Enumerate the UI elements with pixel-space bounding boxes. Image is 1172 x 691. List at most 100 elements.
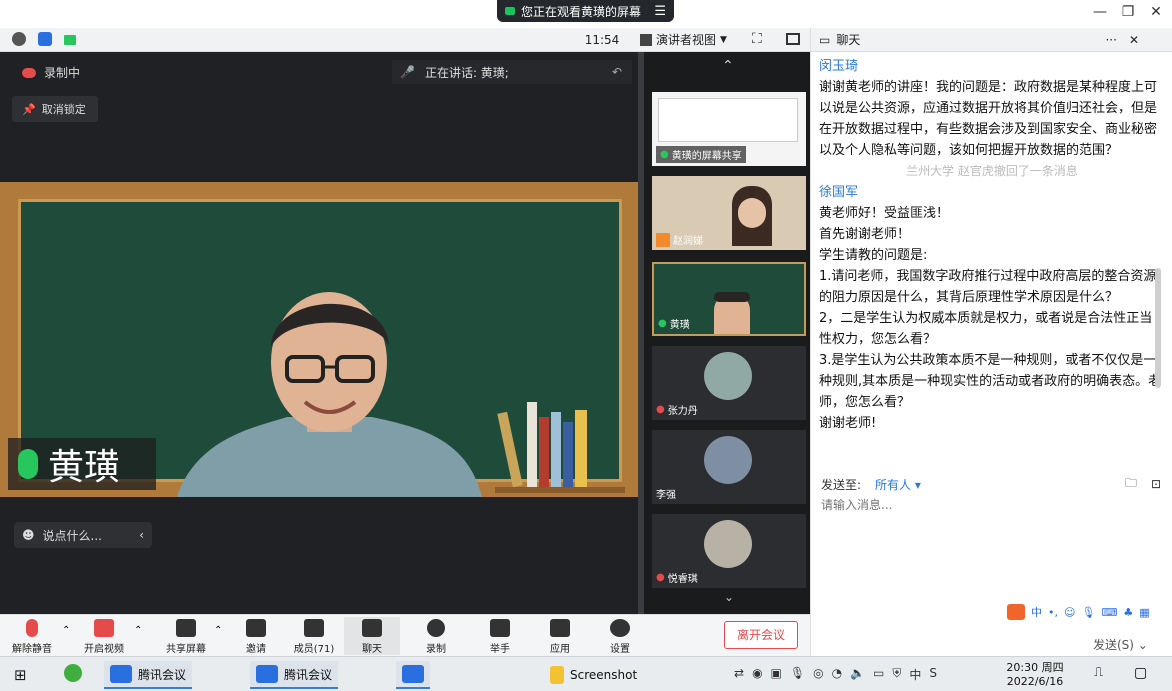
minimize-icon[interactable]: — — [1088, 4, 1112, 20]
thumbnail-screen-share[interactable]: ● 黄璜的屏幕共享 — [652, 92, 806, 166]
windows-start-icon[interactable]: ⊞ — [14, 666, 27, 684]
recording-indicator: 录制中 — [22, 64, 80, 81]
chevron-up-icon[interactable]: ⌃ — [214, 625, 222, 636]
taskbar-app[interactable] — [396, 661, 430, 689]
raise-hand-button[interactable]: 举手 — [472, 617, 528, 655]
chat-icon — [362, 619, 382, 637]
voice-icon[interactable]: 🎙 — [1081, 606, 1095, 619]
ime-mode-icon[interactable]: 中 — [1031, 604, 1042, 620]
viewing-screen-banner[interactable]: 您正在观看黄璜的屏幕 ☰ — [497, 0, 674, 22]
thumbnail-participant[interactable]: 李强 — [652, 430, 806, 504]
undo-icon[interactable]: ↶ — [612, 65, 622, 79]
thumbnail-participant[interactable]: ● 悦睿琪 — [652, 514, 806, 588]
speaker-video — [177, 292, 482, 497]
tray-network-icon[interactable]: ◔ — [832, 666, 842, 683]
tray-settings-icon[interactable]: ⇄ — [734, 666, 744, 683]
info-icon[interactable] — [12, 32, 26, 46]
taskbar-app[interactable]: Screenshot — [544, 661, 643, 689]
chevron-down-icon[interactable]: ⌄ — [724, 590, 734, 604]
taskbar-clock[interactable]: 20:30 周四 2022/6/16 — [1000, 661, 1070, 689]
danmaku-input[interactable]: ☻ 说点什么... ‹ — [14, 522, 152, 548]
close-icon[interactable]: ✕ — [1129, 33, 1139, 47]
share-screen-button[interactable]: 共享屏幕 — [158, 617, 214, 655]
windows-taskbar: ⊞ 腾讯会议 腾讯会议 Screenshot ⇄ ◉ ▣ 🎙 ◎ ◔ 🔈 ▭ ⛨… — [0, 656, 1172, 691]
chat-message: 徐国军 黄老师好！受益匪浅！ 首先谢谢老师！ 学生请教的问题是: 1.请问老师，… — [819, 182, 1165, 434]
main-video: 黄璜 — [0, 182, 638, 497]
keyboard-icon[interactable]: ⌨ — [1101, 606, 1117, 619]
chevron-up-icon[interactable]: ⌃ — [134, 625, 142, 636]
folder-icon[interactable]: 🗀 — [1125, 474, 1137, 495]
start-video-button[interactable]: 开启视频 — [76, 617, 132, 655]
tray-meeting-icon[interactable]: ▣ — [771, 666, 782, 683]
thumbnail-participant-active[interactable]: ● 黄璜 — [652, 262, 806, 336]
tray-battery-icon[interactable]: ▭ — [873, 666, 884, 683]
fullscreen-icon[interactable]: ⛶ — [752, 31, 762, 47]
message-text: 3.是学生认为公共政策本质不是一种规则，或者不仅仅是一种规则,其本质是一种现实性… — [819, 353, 1162, 410]
taskbar-app[interactable]: 腾讯会议 — [250, 661, 339, 689]
more-icon[interactable]: ··· — [1105, 33, 1116, 47]
chat-header: ▭ 聊天 ··· ✕ — [811, 28, 1172, 52]
tray-mic-icon[interactable]: 🎙 — [790, 666, 805, 683]
thumbnail-participant[interactable]: ● 张力丹 — [652, 346, 806, 420]
add-user-icon — [246, 619, 266, 637]
punctuation-icon[interactable]: •, — [1048, 606, 1058, 619]
tray-sogou-icon[interactable]: S — [929, 666, 937, 683]
unlock-button[interactable]: 📌 取消锁定 — [12, 96, 98, 122]
browser-icon[interactable] — [64, 664, 82, 682]
avatar — [704, 352, 752, 400]
cloud-record-icon — [22, 67, 36, 78]
share-screen-icon — [176, 619, 196, 637]
tray-ime-icon[interactable]: 中 — [909, 666, 921, 683]
chat-button[interactable]: 聊天 — [344, 617, 400, 655]
shield-icon[interactable] — [38, 32, 52, 46]
message-sender[interactable]: 徐国军 — [819, 182, 1165, 203]
emoji-icon[interactable]: ☺ — [1064, 606, 1075, 619]
mic-muted-icon: 🎤 — [400, 65, 415, 79]
tray-360-icon[interactable]: ◎ — [813, 666, 823, 683]
signal-icon[interactable] — [64, 35, 76, 45]
chevron-up-icon[interactable]: ⌃ — [62, 625, 70, 636]
tray-shield-icon[interactable]: ◉ — [752, 666, 762, 683]
leave-meeting-button[interactable]: 离开会议 — [724, 621, 798, 649]
tray-volume-icon[interactable]: 🔈 — [850, 666, 865, 683]
send-to-select[interactable]: 所有人 ▾ — [875, 476, 921, 493]
skin-icon[interactable]: ♣ — [1123, 606, 1133, 619]
taskbar-app[interactable]: 腾讯会议 — [104, 661, 193, 689]
chevron-down-icon: ▼ — [720, 35, 727, 45]
sidebar-toggle-icon[interactable] — [786, 33, 800, 45]
apps-button[interactable]: 应用 — [532, 617, 588, 655]
tencent-meeting-icon — [256, 665, 278, 683]
unmute-button[interactable]: 解除静音 — [4, 617, 60, 655]
banner-menu-icon[interactable]: ☰ — [654, 4, 666, 19]
message-text: 黄老师好！受益匪浅！ — [819, 206, 950, 221]
view-switch[interactable]: 演讲者视图 ▼ — [640, 30, 740, 50]
chat-input[interactable] — [821, 496, 1111, 514]
close-icon[interactable]: ✕ — [1144, 4, 1168, 20]
record-button[interactable]: 录制 — [408, 617, 464, 655]
settings-button[interactable]: 设置 — [592, 617, 648, 655]
thumb-label: ● 黄璜 — [658, 318, 690, 331]
members-button[interactable]: 成员(71) — [286, 617, 342, 655]
invite-button[interactable]: 邀请 — [228, 617, 284, 655]
send-button[interactable]: 发送(S) ⌄ — [1093, 636, 1163, 654]
screenshot-icon[interactable]: ⊡ — [1151, 477, 1161, 491]
grid-icon[interactable]: ▦ — [1139, 606, 1149, 619]
bottom-toolbar: 解除静音 ⌃ 开启视频 ⌃ 共享屏幕 ⌃ 邀请 成员(71) 聊天 录制 举手 … — [0, 614, 810, 656]
restore-icon[interactable]: ❐ — [1116, 4, 1140, 20]
tray-security-icon[interactable]: ⛨ — [892, 666, 901, 683]
action-center-icon[interactable]: ▢ — [1134, 665, 1147, 681]
chat-icon: ▭ — [819, 32, 831, 47]
chevron-left-icon[interactable]: ‹ — [139, 528, 144, 542]
notification-count-icon[interactable]: ⎍ — [1094, 665, 1103, 680]
ime-logo-icon[interactable] — [1007, 604, 1025, 620]
tencent-meeting-icon — [110, 665, 132, 683]
message-sender[interactable]: 闵玉琦 — [819, 56, 1165, 77]
thumbnail-participant[interactable]: 赵润娣 — [652, 176, 806, 250]
message-text: 谢谢老师! — [819, 416, 877, 431]
emoji-icon[interactable]: ☻ — [22, 528, 35, 542]
layout-icon — [640, 34, 652, 46]
message-text: 谢谢黄老师的讲座！我的问题是：政府数据是某种程度上可以说是公共资源，应通过数据开… — [819, 80, 1158, 158]
chat-scrollbar[interactable] — [1155, 268, 1161, 388]
hand-icon — [490, 619, 510, 637]
chevron-up-icon[interactable]: ⌃ — [722, 58, 734, 74]
